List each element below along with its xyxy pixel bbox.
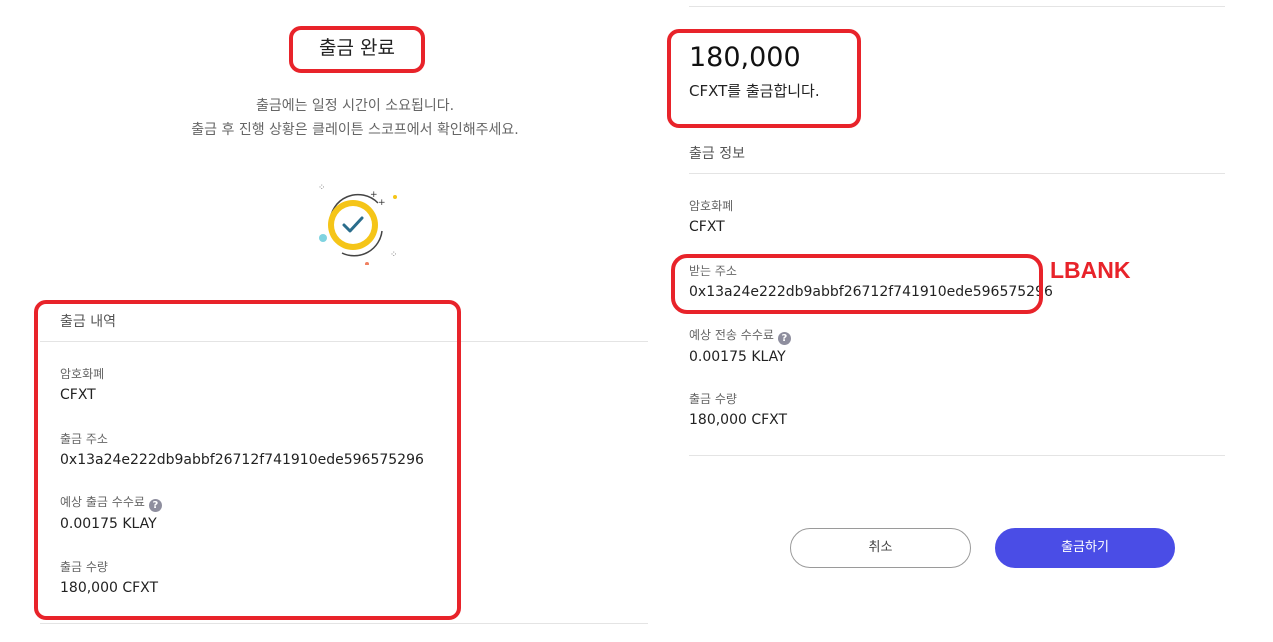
amount-label: 출금 수량: [689, 392, 737, 406]
question-circle-icon[interactable]: ?: [777, 332, 791, 345]
divider: [689, 6, 1225, 7]
currency-label: 암호화폐: [689, 199, 734, 213]
annotation-box-amount: [667, 29, 861, 128]
description-line-1: 출금에는 일정 시간이 소요됩니다.: [255, 98, 455, 114]
divider: [689, 455, 1225, 456]
withdraw-button[interactable]: 출금하기: [995, 528, 1175, 568]
cancel-button[interactable]: 취소: [790, 528, 971, 568]
currency-value: CFXT: [689, 219, 725, 235]
annotation-box-address: [671, 254, 1043, 314]
description-line-2: 출금 후 진행 상황은 클레이튼 스코프에서 확인해주세요.: [191, 122, 519, 138]
check-circle-icon: ⁘ ⁘ + +: [300, 175, 410, 266]
svg-text:⁘: ⁘: [318, 183, 326, 193]
amount-value: 180,000 CFXT: [689, 412, 788, 428]
svg-text:⁘: ⁘: [390, 250, 398, 260]
exchange-annotation: LBANK: [1050, 257, 1131, 283]
annotation-box-history: [34, 300, 461, 620]
annotation-box-title: [289, 26, 425, 73]
divider: [689, 173, 1225, 174]
fee-label: 예상 전송 수수료?: [689, 326, 791, 345]
fee-value: 0.00175 KLAY: [689, 349, 786, 365]
fee-label-text: 예상 전송 수수료: [689, 328, 774, 342]
info-section-title: 출금 정보: [689, 146, 745, 162]
divider: [40, 623, 648, 624]
svg-text:+: +: [378, 198, 386, 208]
